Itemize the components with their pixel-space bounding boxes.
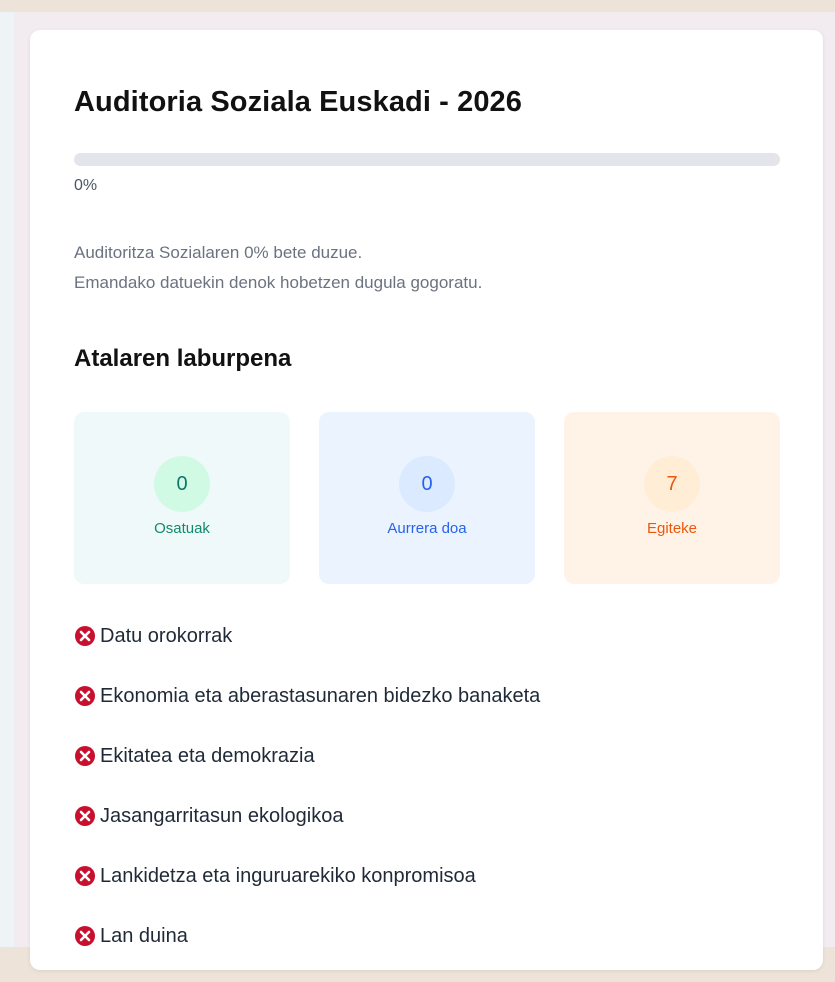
stat-count-in-progress: 0 xyxy=(399,456,455,512)
x-circle-icon xyxy=(74,925,96,947)
x-circle-icon xyxy=(74,805,96,827)
section-item[interactable]: Jasangarritasun ekologikoa xyxy=(74,802,540,862)
progress-bar xyxy=(74,153,780,166)
stat-label-in-progress: Aurrera doa xyxy=(387,520,467,537)
progress-description: Auditoritza Sozialaren 0% bete duzue. Em… xyxy=(74,238,482,298)
section-item[interactable]: Datu orokorrak xyxy=(74,622,540,682)
section-item-label: Lan duina xyxy=(100,925,188,947)
summary-title: Atalaren laburpena xyxy=(74,345,292,372)
section-item-label: Jasangarritasun ekologikoa xyxy=(100,805,344,827)
section-item[interactable]: Ekonomia eta aberastasunaren bidezko ban… xyxy=(74,682,540,742)
progress-percent-label: 0% xyxy=(74,177,98,194)
stat-card-pending: 7 Egiteke xyxy=(564,412,780,584)
x-circle-icon xyxy=(74,865,96,887)
section-list: Datu orokorrak Ekonomia eta aberastasuna… xyxy=(74,622,540,982)
progress-description-line-2: Emandako datuekin denok hobetzen dugula … xyxy=(74,273,483,292)
section-item-label: Ekitatea eta demokrazia xyxy=(100,745,315,767)
x-circle-icon xyxy=(74,625,96,647)
section-item-label: Lankidetza eta inguruarekiko konpromisoa xyxy=(100,865,476,887)
stat-label-pending: Egiteke xyxy=(646,520,698,537)
x-circle-icon xyxy=(74,745,96,767)
stat-count-completed: 0 xyxy=(154,456,210,512)
section-item[interactable]: Ekitatea eta demokrazia xyxy=(74,742,540,802)
section-item[interactable]: Lankidetza eta inguruarekiko konpromisoa xyxy=(74,862,540,922)
audit-progress-card: Auditoria Soziala Euskadi - 2026 0% Audi… xyxy=(30,30,823,970)
x-circle-icon xyxy=(74,685,96,707)
stat-card-in-progress: 0 Aurrera doa xyxy=(319,412,535,584)
page-title: Auditoria Soziala Euskadi - 2026 xyxy=(74,86,523,118)
stat-count-pending: 7 xyxy=(644,456,700,512)
stat-label-completed: Osatuak xyxy=(154,520,210,537)
section-item[interactable]: Lan duina xyxy=(74,922,540,982)
section-item-label: Datu orokorrak xyxy=(100,625,233,647)
left-edge-strip xyxy=(0,12,14,947)
stat-card-completed: 0 Osatuak xyxy=(74,412,290,584)
section-item-label: Ekonomia eta aberastasunaren bidezko ban… xyxy=(100,685,541,707)
progress-description-line-1: Auditoritza Sozialaren 0% bete duzue. xyxy=(74,243,363,262)
